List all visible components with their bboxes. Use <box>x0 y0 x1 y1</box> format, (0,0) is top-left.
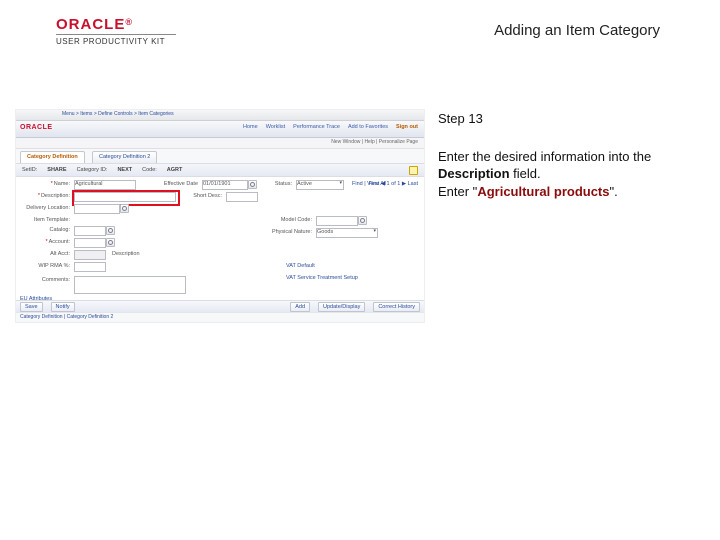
delivloc-input[interactable] <box>74 204 120 214</box>
correct-button[interactable]: Correct History <box>373 302 420 312</box>
vat-service-link[interactable]: VAT Service Treatment Setup <box>286 275 358 281</box>
notify-button[interactable]: Notify <box>51 302 75 312</box>
delivloc-label: Delivery Location: <box>20 205 70 211</box>
delivloc-lookup-icon[interactable] <box>120 204 129 213</box>
altacct-label: Alt Acct: <box>20 251 70 257</box>
physnature-label: Physical Nature: <box>262 229 312 235</box>
effdate-input[interactable]: 01/01/1901 <box>202 180 248 190</box>
detail-header: SetID: SHARE Category ID: NEXT Code: AGR… <box>16 164 424 177</box>
nav-signout[interactable]: Sign out <box>396 124 418 130</box>
breadcrumb-bar: Menu > Items > Define Controls > Item Ca… <box>16 110 424 121</box>
nav-home[interactable]: Home <box>243 124 258 130</box>
comments-label: Comments: <box>20 277 70 283</box>
form-area: Name: Agricultural Effective Date 01/01/… <box>16 177 424 297</box>
wip-label: WIP RMA %: <box>20 263 70 269</box>
product-name: USER PRODUCTIVITY KIT <box>56 34 176 46</box>
vat-default-link[interactable]: VAT Default <box>286 263 315 269</box>
catalog-lookup-icon[interactable] <box>106 226 115 235</box>
shortdesc-label: Short Desc: <box>182 193 222 199</box>
detail-icon[interactable] <box>409 166 418 175</box>
itemtmpl-label: Item Template: <box>20 217 70 223</box>
breadcrumb: Menu > Items > Define Controls > Item Ca… <box>62 111 174 117</box>
altacct-desc-label: Description <box>112 251 156 257</box>
setid-value: SHARE <box>47 167 66 173</box>
description-input[interactable] <box>74 192 176 202</box>
status-select[interactable]: Active <box>296 180 344 190</box>
step-label: Step 13 <box>438 110 688 128</box>
catalog-input[interactable] <box>74 226 106 236</box>
update-button[interactable]: Update/Display <box>318 302 365 312</box>
altacct-input <box>74 250 106 260</box>
name-input[interactable]: Agricultural <box>74 180 136 190</box>
oracle-logo: ORACLE® <box>56 16 133 33</box>
modelcode-input[interactable] <box>316 216 358 226</box>
catalog-label: Catalog: <box>20 227 70 233</box>
nav-perf-trace[interactable]: Performance Trace <box>293 124 340 130</box>
instruction-panel: Step 13 Enter the desired information in… <box>438 110 688 200</box>
nav-worklist[interactable]: Worklist <box>266 124 285 130</box>
app-logo: ORACLE <box>20 124 53 131</box>
app-navbar: ORACLE Home Worklist Performance Trace A… <box>16 121 424 138</box>
setid-label: SetID: <box>22 167 37 173</box>
description-label: Description: <box>20 193 70 199</box>
account-lookup-icon[interactable] <box>106 238 115 247</box>
calendar-icon[interactable] <box>248 180 257 189</box>
code-label: Code: <box>142 167 157 173</box>
action-bar: Save Notify Add Update/Display Correct H… <box>16 300 424 312</box>
secondary-links[interactable]: New Window | Help | Personalize Page <box>331 139 418 145</box>
code-value: AGRT <box>167 167 183 173</box>
catid-label: Category ID: <box>77 167 108 173</box>
instruction-text: Enter the desired information into the D… <box>438 148 688 201</box>
shortdesc-input[interactable] <box>226 192 258 202</box>
tab-category-definition[interactable]: Category Definition <box>20 151 85 163</box>
wip-input[interactable] <box>74 262 106 272</box>
comments-input[interactable] <box>74 276 186 294</box>
page-title: Adding an Item Category <box>494 22 660 39</box>
status-label: Status: <box>262 181 292 187</box>
effdate-label: Effective Date <box>138 181 198 187</box>
catid-value: NEXT <box>117 167 132 173</box>
tabstrip: Category Definition Category Definition … <box>16 149 424 164</box>
nav-add-fav[interactable]: Add to Favorites <box>348 124 388 130</box>
name-label: Name: <box>20 181 70 187</box>
physnature-select[interactable]: Goods <box>316 228 378 238</box>
tab-category-definition-2[interactable]: Category Definition 2 <box>92 151 157 163</box>
modelcode-label: Model Code: <box>262 217 312 223</box>
account-label: Account: <box>20 239 70 245</box>
modelcode-lookup-icon[interactable] <box>358 216 367 225</box>
add-button[interactable]: Add <box>290 302 310 312</box>
bottom-tab-links[interactable]: Category Definition | Category Definitio… <box>16 312 424 322</box>
save-button[interactable]: Save <box>20 302 43 312</box>
account-input[interactable] <box>74 238 106 248</box>
secondary-bar: New Window | Help | Personalize Page <box>16 138 424 149</box>
app-screenshot: Menu > Items > Define Controls > Item Ca… <box>16 110 424 322</box>
